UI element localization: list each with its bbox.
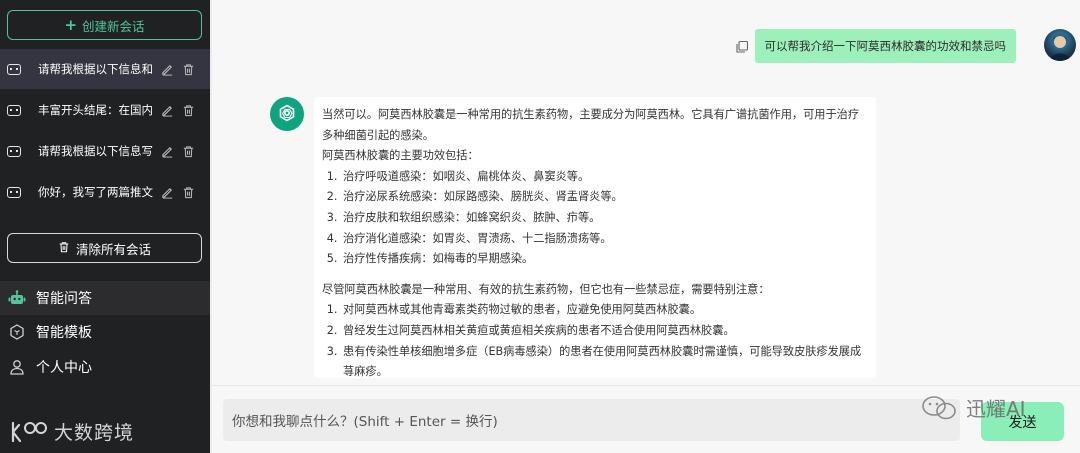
list-item: 治疗呼吸道感染：如咽炎、扁桃体炎、鼻窦炎等。 [341, 167, 868, 188]
list-item: 治疗消化道感染：如胃炎、胃溃疡、十二指肠溃疡等。 [341, 229, 868, 250]
brand-text: 大数跨境 [54, 422, 135, 444]
edit-icon[interactable] [160, 62, 174, 76]
edit-icon[interactable] [160, 185, 174, 199]
user-message-bubble: 可以帮我介绍一下阿莫西林胶囊的功效和禁忌吗 [754, 29, 1016, 63]
new-chat-label: 创建新会话 [82, 18, 145, 34]
assistant-message: 当然可以。阿莫西林胶囊是一种常用的抗生素药物，主要成分为阿莫西林。它具有广谱抗菌… [314, 97, 876, 378]
conversation-title: 请帮我根据以下信息和 [38, 62, 153, 76]
new-chat-button[interactable]: + 创建新会话 [7, 10, 202, 40]
trash-icon[interactable] [181, 185, 195, 199]
assistant-avatar [270, 97, 304, 131]
nav-item-qa[interactable]: 智能问答 [0, 281, 210, 315]
list-item: 患有传染性单核细胞增多症（EB病毒感染）的患者在使用阿莫西林胶囊时需谨慎，可能导… [341, 342, 868, 378]
conversation-item[interactable]: 请帮我根据以下信息和 [0, 49, 210, 89]
answer-contra-heading: 尽管阿莫西林胶囊是一种常用、有效的抗生素药物，但它也有一些禁忌症，需要特别注意： [322, 282, 770, 296]
clear-all-label: 清除所有会话 [75, 241, 151, 257]
wechat-icon [922, 395, 956, 419]
list-item: 治疗性传播疾病：如梅毒的早期感染。 [341, 249, 868, 270]
edit-icon[interactable] [160, 144, 174, 158]
message-input[interactable]: 你想和我聊点什么？(Shift + Enter = 换行) [223, 399, 960, 441]
nav-label: 智能模板 [36, 325, 92, 341]
conversation-item[interactable]: 请帮我根据以下信息写 [0, 131, 210, 171]
plus-icon: + [64, 15, 78, 34]
user-avatar [1044, 29, 1076, 61]
conversation-item[interactable]: 你好，我写了两篇推文 [0, 172, 210, 212]
nav-label: 智能问答 [36, 291, 92, 307]
message-icon [7, 63, 21, 75]
robot-icon [8, 289, 26, 307]
watermark: 迅耀AI [920, 393, 1026, 422]
contraindications-list: 对阿莫西林或其他青霉素类药物过敏的患者，应避免使用阿莫西林胶囊。 曾经发生过阿莫… [322, 300, 868, 378]
edit-icon[interactable] [160, 103, 174, 117]
trash-icon[interactable] [181, 62, 195, 76]
chat-panel: 可以帮我介绍一下阿莫西林胶囊的功效和禁忌吗 当然可以。阿莫西林胶囊是一种常用的抗… [212, 0, 1080, 453]
trash-icon [58, 241, 70, 256]
openai-logo-icon [279, 104, 295, 122]
clear-all-button[interactable]: 清除所有会话 [7, 233, 202, 263]
list-item: 治疗皮肤和软组织感染：如蜂窝织炎、脓肿、疖等。 [341, 208, 868, 229]
list-item: 曾经发生过阿莫西林相关黄疸或黄疸相关疾病的患者不适合使用阿莫西林胶囊。 [341, 321, 868, 342]
list-item: 治疗泌尿系统感染：如尿路感染、膀胱炎、肾盂肾炎等。 [341, 187, 868, 208]
conversation-title: 请帮我根据以下信息写 [38, 144, 153, 158]
brand-mark-icon [11, 421, 47, 442]
trash-icon[interactable] [181, 103, 195, 117]
nav-item-templates[interactable]: 智能模板 [0, 315, 210, 349]
nav-item-profile[interactable]: 个人中心 [0, 350, 210, 384]
effects-list: 治疗呼吸道感染：如咽炎、扁桃体炎、鼻窦炎等。 治疗泌尿系统感染：如尿路感染、膀胱… [322, 167, 868, 270]
copy-icon[interactable] [735, 39, 749, 53]
message-icon [7, 186, 21, 198]
conversation-title: 丰富开头结尾：在国内 [38, 103, 153, 117]
watermark-text: 迅耀AI [966, 397, 1026, 421]
conversation-title: 你好，我写了两篇推文 [38, 185, 153, 199]
trash-icon[interactable] [181, 144, 195, 158]
user-icon [8, 358, 26, 376]
sidebar: + 创建新会话 请帮我根据以下信息和 丰富开头结尾：在国内 请帮我根据以下信息写 [0, 0, 210, 453]
message-icon [7, 104, 21, 116]
message-icon [7, 145, 21, 157]
hexagon-icon [8, 323, 26, 341]
list-item: 对阿莫西林或其他青霉素类药物过敏的患者，应避免使用阿莫西林胶囊。 [341, 300, 868, 321]
answer-effects-heading: 阿莫西林胶囊的主要功效包括： [322, 149, 479, 163]
conversation-item[interactable]: 丰富开头结尾：在国内 [0, 90, 210, 130]
brand-logo: 大数跨境 [10, 418, 134, 445]
answer-intro: 当然可以。阿莫西林胶囊是一种常用的抗生素药物，主要成分为阿莫西林。它具有广谱抗菌… [322, 108, 860, 142]
nav-label: 个人中心 [36, 360, 92, 376]
user-message-row: 可以帮我介绍一下阿莫西林胶囊的功效和禁忌吗 [735, 29, 1016, 63]
